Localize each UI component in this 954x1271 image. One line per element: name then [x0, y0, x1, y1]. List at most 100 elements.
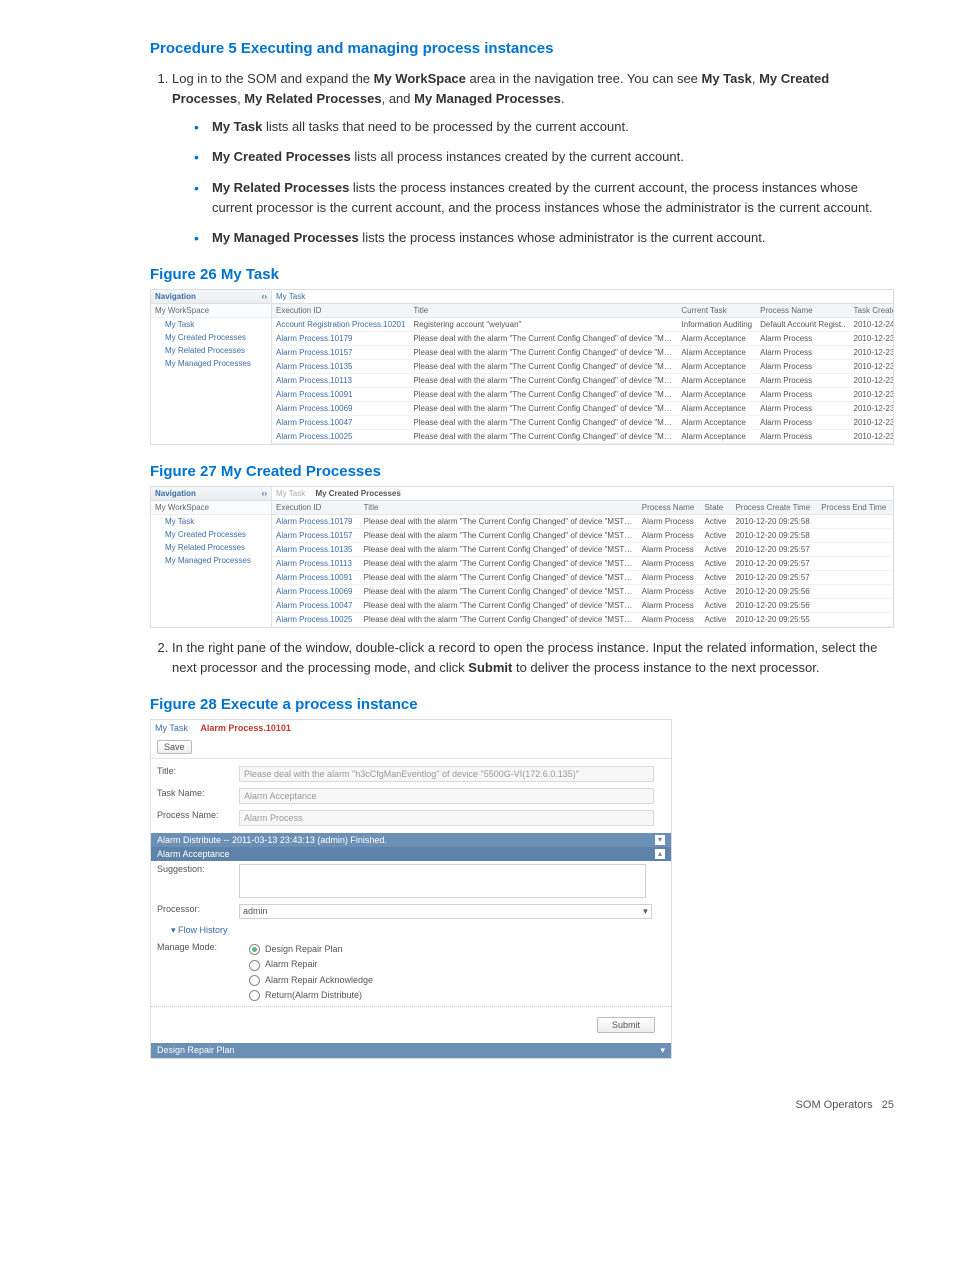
table-row[interactable]: Alarm Process.10135Please deal with the … [272, 359, 893, 373]
table-cell: Alarm Process [756, 331, 849, 345]
tab-my-created[interactable]: My Created Processes [315, 489, 400, 498]
table-cell: Alarm Process [756, 415, 849, 429]
table-cell: Active [701, 514, 732, 528]
task-grid: Execution IDTitleCurrent TaskProcess Nam… [272, 304, 893, 444]
table-cell: Active [701, 598, 732, 612]
task-name-label: Task Name: [151, 785, 233, 807]
process-name-field: Alarm Process [239, 810, 654, 826]
table-row[interactable]: Alarm Process.10025Please deal with the … [272, 429, 893, 443]
nav-sub[interactable]: My WorkSpace [151, 501, 271, 515]
table-cell: Alarm Process.10113 [272, 373, 409, 387]
radio-design-repair-plan[interactable]: Design Repair Plan [239, 942, 665, 957]
submit-button[interactable]: Submit [597, 1017, 655, 1033]
table-cell: Alarm Acceptance [677, 429, 756, 443]
table-cell: Alarm Process [638, 570, 701, 584]
nav-item-my-created[interactable]: My Created Processes [151, 331, 271, 344]
column-header[interactable]: Title [360, 501, 638, 515]
nav-item-my-task[interactable]: My Task [151, 515, 271, 528]
table-cell: 2010-12-20 09:25:58 [731, 528, 817, 542]
column-header[interactable]: Task Create Time [850, 304, 893, 318]
save-button[interactable]: Save [157, 740, 192, 754]
nav-item-my-related[interactable]: My Related Processes [151, 541, 271, 554]
table-row[interactable]: Alarm Process.10157Please deal with the … [272, 345, 893, 359]
table-row[interactable]: Alarm Process.10113Please deal with the … [272, 556, 893, 570]
form-tabs: My Task Alarm Process.10101 [151, 720, 671, 736]
table-row[interactable]: Alarm Process.10025Please deal with the … [272, 612, 893, 626]
nav-item-my-managed[interactable]: My Managed Processes [151, 357, 271, 370]
column-header[interactable]: Process End Time [817, 501, 893, 515]
figure-27-title: Figure 27 My Created Processes [150, 463, 894, 480]
nav-pane: Navigation‹› My WorkSpace My Task My Cre… [151, 487, 272, 627]
chevron-up-icon[interactable]: ▴ [655, 849, 665, 859]
table-cell: 2010-12-20 09:25:55 [731, 612, 817, 626]
alarm-acceptance-bar[interactable]: Alarm Acceptance▴ [151, 847, 671, 861]
alarm-distribute-bar[interactable]: Alarm Distribute -- 2011-03-13 23:43:13 … [151, 833, 671, 847]
table-cell: Alarm Acceptance [677, 345, 756, 359]
chevron-down-icon[interactable]: ▾ [655, 835, 665, 845]
table-row[interactable]: Alarm Process.10047Please deal with the … [272, 415, 893, 429]
table-cell: Alarm Process.10157 [272, 345, 409, 359]
chevron-down-icon[interactable]: ▾ [660, 1045, 665, 1056]
table-row[interactable]: Alarm Process.10179Please deal with the … [272, 514, 893, 528]
column-header[interactable]: Execution ID [272, 304, 409, 318]
table-cell: Alarm Process.10179 [272, 514, 360, 528]
figure-28-title: Figure 28 Execute a process instance [150, 696, 894, 713]
table-cell: Active [701, 584, 732, 598]
tab-my-task[interactable]: My Task [276, 292, 305, 301]
table-cell: Alarm Acceptance [677, 401, 756, 415]
table-cell: Alarm Acceptance [677, 331, 756, 345]
radio-alarm-repair-ack[interactable]: Alarm Repair Acknowledge [239, 973, 665, 988]
table-cell [817, 514, 893, 528]
bullet-my-related: My Related Processes lists the process i… [212, 178, 894, 218]
table-cell: Alarm Process.10025 [272, 429, 409, 443]
tab-my-task[interactable]: My Task [276, 489, 305, 498]
tab-alarm-process[interactable]: Alarm Process.10101 [200, 723, 291, 733]
table-cell: Alarm Process [638, 584, 701, 598]
tab-my-task[interactable]: My Task [155, 723, 188, 733]
column-header[interactable]: Process Create Time [731, 501, 817, 515]
table-cell: Alarm Process [638, 528, 701, 542]
nav-item-my-created[interactable]: My Created Processes [151, 528, 271, 541]
table-cell: Alarm Process.10047 [272, 598, 360, 612]
procedure-title: Procedure 5 Executing and managing proce… [150, 40, 894, 57]
task-name-field: Alarm Acceptance [239, 788, 654, 804]
table-cell: Alarm Process.10135 [272, 542, 360, 556]
nav-sub[interactable]: My WorkSpace [151, 304, 271, 318]
table-row[interactable]: Alarm Process.10091Please deal with the … [272, 387, 893, 401]
table-cell: Please deal with the alarm "The Current … [409, 345, 677, 359]
column-header[interactable]: Process Name [756, 304, 849, 318]
nav-item-my-task[interactable]: My Task [151, 318, 271, 331]
table-cell: Alarm Process.10179 [272, 331, 409, 345]
column-header[interactable]: Execution ID [272, 501, 360, 515]
step1-bullets: My Task lists all tasks that need to be … [172, 117, 894, 248]
table-row[interactable]: Alarm Process.10069Please deal with the … [272, 584, 893, 598]
processor-select[interactable]: admin▾ [239, 904, 652, 919]
table-row[interactable]: Alarm Process.10069Please deal with the … [272, 401, 893, 415]
figure-28-shot: My Task Alarm Process.10101 Save Title: … [150, 719, 672, 1059]
column-header[interactable]: Process Name [638, 501, 701, 515]
table-row[interactable]: Alarm Process.10047Please deal with the … [272, 598, 893, 612]
bullet-my-task: My Task lists all tasks that need to be … [212, 117, 894, 137]
table-cell: Default Account Regist.. [756, 317, 849, 331]
table-row[interactable]: Alarm Process.10113Please deal with the … [272, 373, 893, 387]
radio-return[interactable]: Return(Alarm Distribute) [239, 988, 665, 1003]
nav-item-my-related[interactable]: My Related Processes [151, 344, 271, 357]
suggestion-label: Suggestion: [151, 861, 233, 901]
table-cell: Active [701, 556, 732, 570]
column-header[interactable]: State [701, 501, 732, 515]
column-header[interactable]: Current Task [677, 304, 756, 318]
table-row[interactable]: Account Registration Process.10201Regist… [272, 317, 893, 331]
flow-history-link[interactable]: ▾ Flow History [151, 922, 671, 939]
nav-item-my-managed[interactable]: My Managed Processes [151, 554, 271, 567]
table-row[interactable]: Alarm Process.10179Please deal with the … [272, 331, 893, 345]
suggestion-textarea[interactable] [239, 864, 646, 898]
table-cell [817, 528, 893, 542]
table-row[interactable]: Alarm Process.10091Please deal with the … [272, 570, 893, 584]
design-repair-plan-bar[interactable]: Design Repair Plan▾ [151, 1043, 671, 1058]
table-cell: 2010-12-20 09:25:57 [731, 570, 817, 584]
table-cell: Alarm Process [638, 612, 701, 626]
table-row[interactable]: Alarm Process.10135Please deal with the … [272, 542, 893, 556]
table-row[interactable]: Alarm Process.10157Please deal with the … [272, 528, 893, 542]
column-header[interactable]: Title [409, 304, 677, 318]
radio-alarm-repair[interactable]: Alarm Repair [239, 957, 665, 972]
